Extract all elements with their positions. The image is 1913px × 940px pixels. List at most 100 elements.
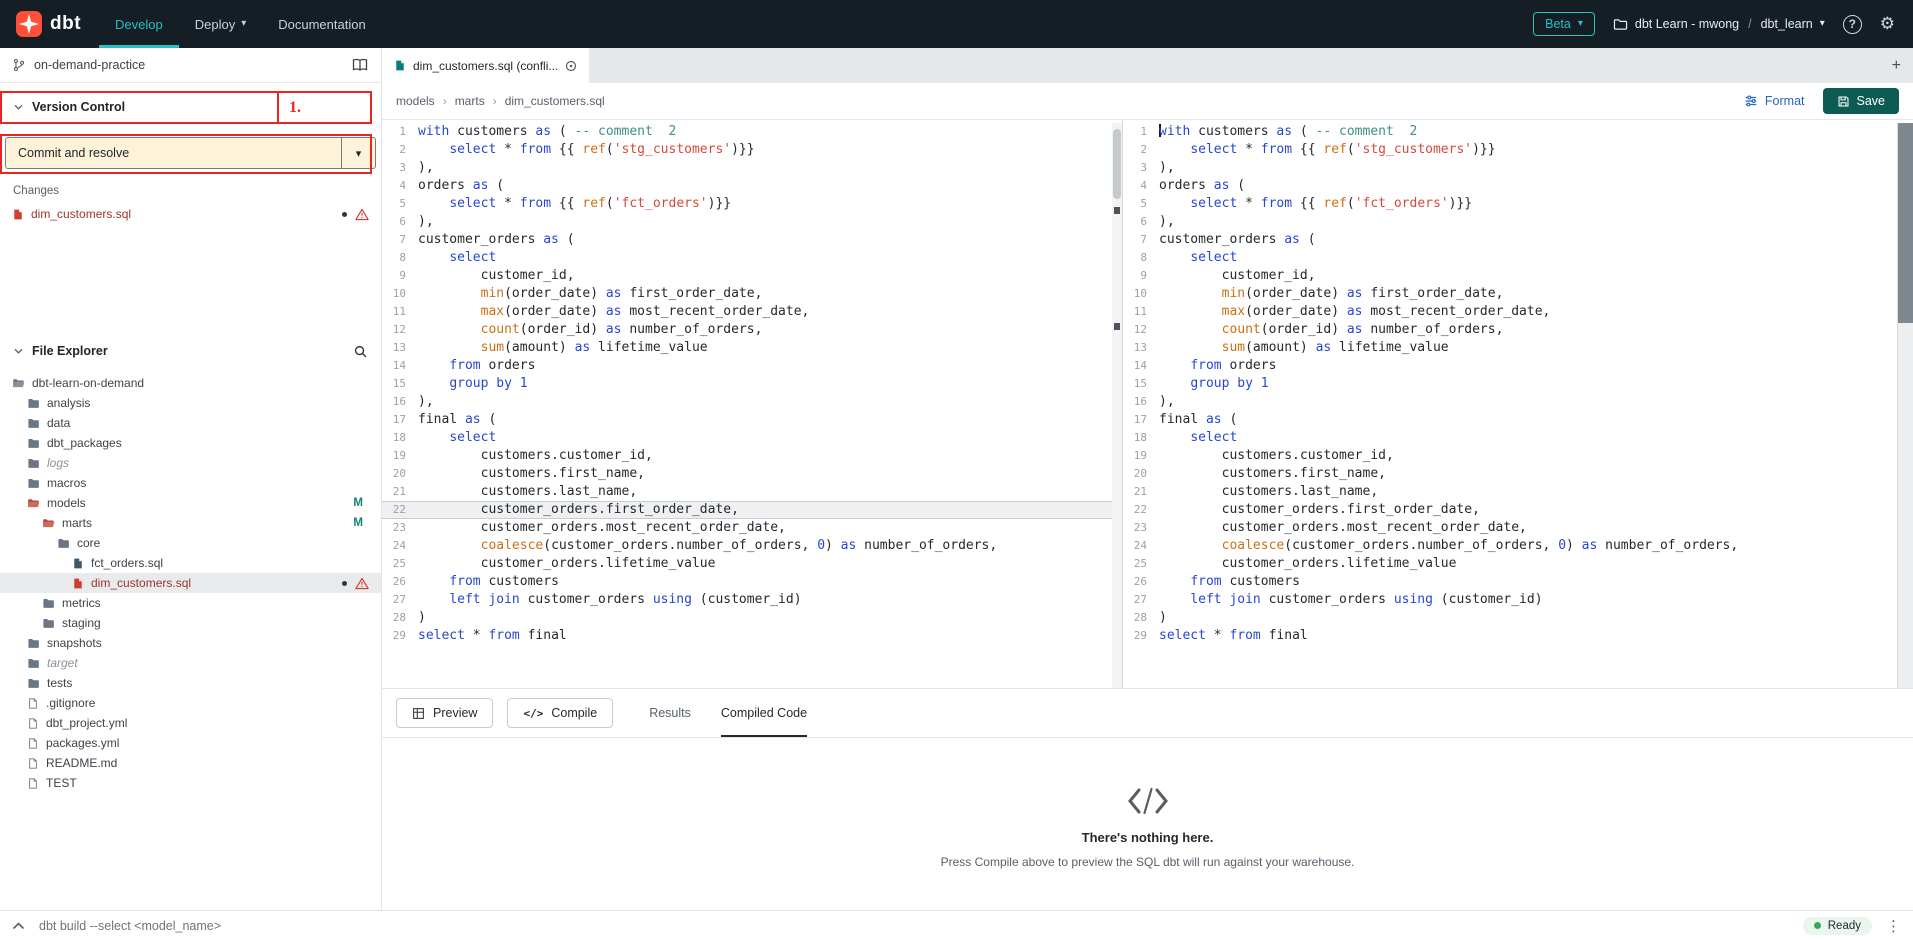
search-icon[interactable]	[353, 344, 368, 359]
code-line: 24 coalesce(customer_orders.number_of_or…	[382, 537, 1112, 555]
code-line-content: group by 1	[418, 375, 528, 393]
line-number: 21	[382, 483, 418, 501]
code-line-content: orders as (	[418, 177, 504, 195]
commit-dropdown-caret[interactable]: ▾	[341, 138, 375, 168]
diff-right-pane[interactable]: 1with customers as ( -- comment 22 selec…	[1122, 120, 1913, 688]
code-line-content: customer_orders.first_order_date,	[418, 501, 739, 519]
kebab-menu-icon[interactable]: ⋮	[1886, 917, 1901, 935]
diff-left-pane[interactable]: 1with customers as ( -- comment 22 selec…	[382, 120, 1122, 688]
tree-item-macros[interactable]: macros	[0, 473, 381, 493]
beta-dropdown[interactable]: Beta ▾	[1533, 12, 1595, 36]
changes-label: Changes	[13, 185, 368, 197]
code-line: 16),	[1123, 393, 1897, 411]
line-number: 19	[382, 447, 418, 465]
main-area: dim_customers.sql (confli... + models›ma…	[382, 48, 1913, 910]
tree-item-marts[interactable]: martsM	[0, 513, 381, 533]
tree-item-fct-orders-sql[interactable]: fct_orders.sql	[0, 553, 381, 573]
tree-item-readme-md[interactable]: README.md	[0, 753, 381, 773]
top-nav-right: Beta ▾ dbt Learn - mwong / dbt_learn ▾ ?…	[1533, 0, 1913, 48]
line-number: 15	[382, 375, 418, 393]
preview-button[interactable]: Preview	[396, 698, 493, 728]
command-input[interactable]: dbt build --select <model_name>	[39, 919, 221, 933]
model-file-icon	[72, 577, 84, 590]
tree-item--gitignore[interactable]: .gitignore	[0, 693, 381, 713]
tree-item-packages-yml[interactable]: packages.yml	[0, 733, 381, 753]
version-control-header[interactable]: Version Control	[0, 93, 381, 121]
code-line-content: with customers as ( -- comment 2	[1159, 123, 1417, 141]
code-line-content: customers.first_name,	[1159, 465, 1386, 483]
nav-item-deploy[interactable]: Deploy▾	[179, 0, 263, 48]
code-line-content: select * from {{ ref('fct_orders')}}	[1159, 195, 1472, 213]
editor-tab-dim-customers[interactable]: dim_customers.sql (confli...	[382, 48, 589, 83]
tree-item-metrics[interactable]: metrics	[0, 593, 381, 613]
breadcrumb-item[interactable]: models	[396, 94, 435, 108]
tree-item-dbt-packages[interactable]: dbt_packages	[0, 433, 381, 453]
tab-compiled-code[interactable]: Compiled Code	[721, 689, 807, 737]
code-line-content: customers.last_name,	[418, 483, 637, 501]
docs-book-icon[interactable]	[351, 58, 369, 72]
tab-modified-icon[interactable]	[565, 60, 577, 72]
breadcrumb-item[interactable]: dim_customers.sql	[505, 94, 605, 108]
code-line: 5 select * from {{ ref('fct_orders')}}	[1123, 195, 1897, 213]
line-number: 22	[382, 501, 418, 519]
dbt-logo[interactable]: dbt	[0, 0, 99, 48]
account-switcher[interactable]: dbt Learn - mwong / dbt_learn ▾	[1613, 17, 1825, 31]
scrollbar-thumb[interactable]	[1898, 123, 1913, 323]
code-line-content: select	[1159, 249, 1237, 267]
breadcrumb-item[interactable]: marts	[455, 94, 485, 108]
nav-item-develop[interactable]: Develop	[99, 0, 179, 48]
line-number: 17	[1123, 411, 1159, 429]
settings-gear-icon[interactable]: ⚙	[1880, 14, 1895, 34]
tree-item-tests[interactable]: tests	[0, 673, 381, 693]
tree-item-dbt-learn-on-demand[interactable]: dbt-learn-on-demand	[0, 373, 381, 393]
code-line: 17final as (	[382, 411, 1112, 429]
save-button[interactable]: Save	[1823, 88, 1900, 114]
git-branch-icon	[12, 58, 26, 72]
scrollbar-thumb[interactable]	[1113, 129, 1121, 199]
format-button[interactable]: Format	[1744, 94, 1805, 108]
nav-item-documentation[interactable]: Documentation	[262, 0, 381, 48]
tree-item-data[interactable]: data	[0, 413, 381, 433]
folder-icon	[27, 397, 40, 410]
tab-results[interactable]: Results	[649, 689, 691, 737]
tree-item-dim-customers-sql[interactable]: dim_customers.sql	[0, 573, 381, 593]
code-line-content: sum(amount) as lifetime_value	[1159, 339, 1449, 357]
new-tab-plus-icon[interactable]: +	[1880, 48, 1913, 83]
tree-item-test[interactable]: TEST	[0, 773, 381, 793]
tree-item-models[interactable]: modelsM	[0, 493, 381, 513]
code-line-content: select	[418, 429, 496, 447]
chevron-up-icon[interactable]	[12, 922, 25, 930]
code-line-content: final as (	[418, 411, 496, 429]
compile-button[interactable]: </> Compile	[507, 698, 613, 728]
breadcrumb-actions: Format Save	[1744, 88, 1899, 114]
code-line-content: ),	[1159, 393, 1175, 411]
tree-item-core[interactable]: core	[0, 533, 381, 553]
code-line-content: customers.last_name,	[1159, 483, 1378, 501]
changed-file-item[interactable]: dim_customers.sql	[0, 203, 381, 225]
code-line-content: customers.first_name,	[418, 465, 645, 483]
tree-item-staging[interactable]: staging	[0, 613, 381, 633]
chevron-down-icon	[13, 348, 24, 355]
commit-and-resolve-button[interactable]: Commit and resolve ▾	[5, 137, 376, 169]
code-line-content: max(order_date) as most_recent_order_dat…	[418, 303, 809, 321]
code-line-content: count(order_id) as number_of_orders,	[1159, 321, 1503, 339]
tree-item-target[interactable]: target	[0, 653, 381, 673]
tree-item-label: target	[47, 656, 78, 670]
code-line-content: with customers as ( -- comment 2	[418, 123, 676, 141]
tree-item-label: tests	[47, 676, 72, 690]
file-explorer-header[interactable]: File Explorer	[0, 337, 381, 365]
tree-item-logs[interactable]: logs	[0, 453, 381, 473]
code-line: 23 customer_orders.most_recent_order_dat…	[382, 519, 1112, 537]
model-file-icon	[72, 557, 84, 570]
left-pane-scrollbar[interactable]	[1112, 123, 1122, 688]
changed-file-name: dim_customers.sql	[31, 207, 131, 221]
branch-row[interactable]: on-demand-practice	[0, 48, 381, 83]
tree-item-label: data	[47, 416, 70, 430]
editor-scrollbar[interactable]	[1897, 123, 1913, 688]
tree-item-dbt-project-yml[interactable]: dbt_project.yml	[0, 713, 381, 733]
code-line: 21 customers.last_name,	[1123, 483, 1897, 501]
tree-item-snapshots[interactable]: snapshots	[0, 633, 381, 653]
line-number: 21	[1123, 483, 1159, 501]
tree-item-analysis[interactable]: analysis	[0, 393, 381, 413]
help-button[interactable]: ?	[1843, 15, 1862, 34]
